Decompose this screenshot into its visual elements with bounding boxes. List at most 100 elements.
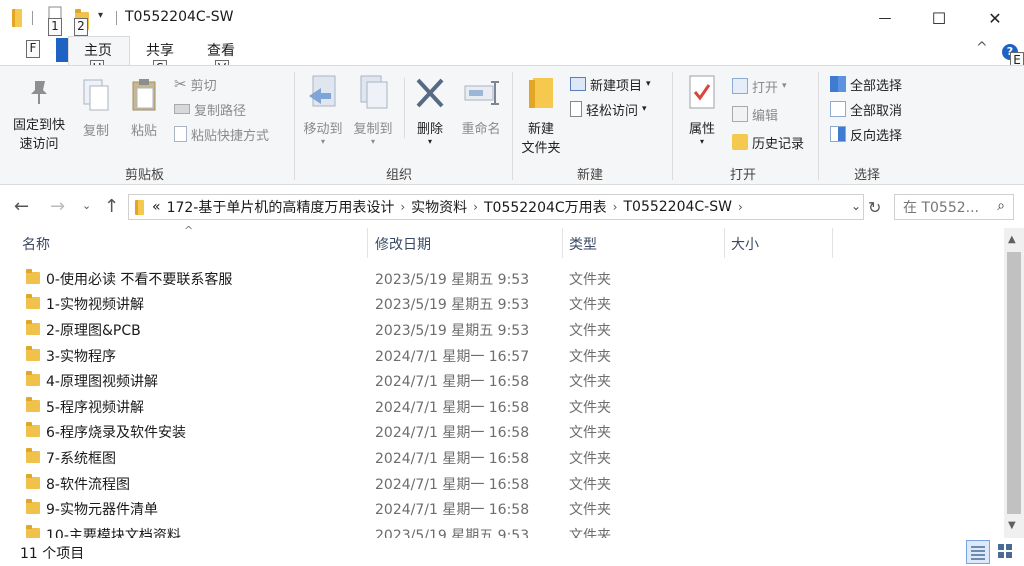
open-dropdown-icon: ▾ <box>782 81 787 91</box>
breadcrumb-overflow[interactable]: « <box>152 199 161 215</box>
scrollbar-thumb[interactable] <box>1007 252 1021 514</box>
select-all-button[interactable]: 全部选择 <box>830 74 902 94</box>
address-bar[interactable]: « 172-基于单片机的高精度万用表设计 › 实物资料 › T0552204C万… <box>128 194 864 220</box>
open-button[interactable]: 打开 ▾ <box>732 76 787 96</box>
details-view-button[interactable] <box>966 540 990 564</box>
delete-button[interactable]: 删除 ▾ <box>412 74 448 146</box>
invert-selection-icon <box>830 126 846 142</box>
column-header-size[interactable]: 大小 <box>731 234 759 254</box>
file-name: 7-系统框图 <box>46 451 116 467</box>
address-dropdown-chevron-icon[interactable]: ⌄ <box>851 199 861 213</box>
invert-selection-button[interactable]: 反向选择 <box>830 124 902 144</box>
move-to-label: 移动到 <box>303 122 343 137</box>
divider <box>818 72 819 180</box>
maximize-button[interactable]: ☐ <box>916 0 962 36</box>
breadcrumb-item[interactable]: T0552204C万用表 <box>484 197 607 217</box>
folder-icon <box>12 9 22 27</box>
breadcrumb-item[interactable]: 172-基于单片机的高精度万用表设计 <box>167 197 395 217</box>
collapse-ribbon-chevron-icon[interactable]: ^ <box>976 40 988 56</box>
column-header-modified[interactable]: 修改日期 <box>375 234 431 254</box>
file-name: 9-实物元器件清单 <box>46 502 158 518</box>
history-icon <box>732 134 748 150</box>
maximize-icon: ☐ <box>931 8 947 28</box>
list-item[interactable]: 5-程序视频讲解 2024/7/1 星期一 16:58 文件夹 <box>0 394 1004 419</box>
move-to-button[interactable]: 移动到 ▾ <box>300 74 346 146</box>
up-arrow-icon[interactable]: ↑ <box>104 196 119 217</box>
search-icon: ⌕ <box>997 198 1005 214</box>
copy-to-button[interactable]: 复制到 ▾ <box>350 74 396 146</box>
column-divider[interactable] <box>832 228 833 258</box>
list-item[interactable]: 8-软件流程图 2024/7/1 星期一 16:58 文件夹 <box>0 471 1004 496</box>
edit-button[interactable]: 编辑 <box>732 104 778 124</box>
pin-label-1: 固定到快 <box>12 118 65 133</box>
paste-button[interactable]: 粘贴 <box>126 78 162 139</box>
breadcrumb-item[interactable]: T0552204C-SW <box>623 199 731 215</box>
file-type: 文件夹 <box>569 297 611 313</box>
new-item-button[interactable]: 新建项目 ▾ <box>570 74 651 94</box>
list-item[interactable]: 10-主要模块文档资料 2023/5/19 星期五 9:53 文件夹 <box>0 522 1004 538</box>
list-item[interactable]: 4-原理图视频讲解 2024/7/1 星期一 16:58 文件夹 <box>0 368 1004 393</box>
list-item[interactable]: 2-原理图&PCB 2023/5/19 星期五 9:53 文件夹 <box>0 317 1004 342</box>
list-item[interactable]: 3-实物程序 2024/7/1 星期一 16:57 文件夹 <box>0 343 1004 368</box>
breadcrumb-chevron-icon[interactable]: › <box>473 200 478 214</box>
search-placeholder: 在 T0552... <box>903 200 979 216</box>
customize-toolbar-chevron-icon[interactable]: ▾ <box>98 10 103 28</box>
scroll-up-arrow-icon[interactable]: ▲ <box>1008 234 1016 245</box>
paste-shortcut-label: 粘贴快捷方式 <box>191 128 270 144</box>
paste-shortcut-button[interactable]: 粘贴快捷方式 <box>174 124 269 144</box>
column-divider[interactable] <box>724 228 725 258</box>
breadcrumb-item[interactable]: 实物资料 <box>411 197 467 217</box>
breadcrumb-chevron-icon[interactable]: › <box>738 200 743 214</box>
edit-icon <box>732 106 748 122</box>
list-item[interactable]: 6-程序烧录及软件安装 2024/7/1 星期一 16:58 文件夹 <box>0 419 1004 444</box>
title-bar: 1 2 ▾ T0552204C-SW — ☐ ✕ <box>0 0 1024 36</box>
select-all-label: 全部选择 <box>850 78 903 94</box>
folder-icon <box>135 199 144 215</box>
tab-home[interactable]: 主页 <box>84 40 112 60</box>
large-icons-view-button[interactable] <box>994 540 1018 564</box>
list-item[interactable]: 1-实物视频讲解 2023/5/19 星期五 9:53 文件夹 <box>0 291 1004 316</box>
column-header-type[interactable]: 类型 <box>569 234 597 254</box>
search-input[interactable]: 在 T0552... ⌕ <box>894 194 1014 220</box>
cut-button[interactable]: ✂ 剪切 <box>174 74 217 94</box>
column-divider[interactable] <box>562 228 563 258</box>
copy-label: 复制 <box>82 124 109 139</box>
open-label: 打开 <box>752 80 779 96</box>
breadcrumb-chevron-icon[interactable]: › <box>400 200 405 214</box>
file-type: 文件夹 <box>569 323 611 339</box>
divider <box>32 11 33 25</box>
close-button[interactable]: ✕ <box>972 0 1018 36</box>
list-item[interactable]: 7-系统框图 2024/7/1 星期一 16:58 文件夹 <box>0 445 1004 470</box>
ribbon: 固定到快 速访问 复制 粘贴 ✂ 剪切 复制路径 粘贴快捷方式 剪贴板 移动到 <box>0 65 1024 185</box>
select-none-button[interactable]: 全部取消 <box>830 99 902 119</box>
file-type: 文件夹 <box>569 451 611 467</box>
rename-button[interactable]: 重命名 <box>456 74 506 137</box>
column-divider[interactable] <box>367 228 368 258</box>
tab-file[interactable] <box>56 38 68 62</box>
forward-arrow-icon[interactable]: → <box>50 196 65 217</box>
vertical-scrollbar[interactable]: ▲ ▼ <box>1004 228 1024 538</box>
minimize-button[interactable]: — <box>862 0 908 36</box>
breadcrumb-chevron-icon[interactable]: › <box>613 200 618 214</box>
pin-to-quick-access-button[interactable]: 固定到快 速访问 <box>8 78 70 152</box>
copy-path-button[interactable]: 复制路径 <box>174 99 246 119</box>
scroll-down-arrow-icon[interactable]: ▼ <box>1008 520 1016 531</box>
properties-button[interactable]: 属性 ▾ <box>682 74 722 146</box>
tab-share[interactable]: 共享 <box>146 40 174 60</box>
list-item[interactable]: 9-实物元器件清单 2024/7/1 星期一 16:58 文件夹 <box>0 496 1004 521</box>
easy-access-button[interactable]: 轻松访问 ▾ <box>570 99 647 119</box>
refresh-icon[interactable]: ↻ <box>868 198 881 217</box>
copy-button[interactable]: 复制 <box>78 78 114 139</box>
scissors-icon: ✂ <box>174 75 187 93</box>
list-item[interactable]: 0-使用必读 不看不要联系客服 2023/5/19 星期五 9:53 文件夹 <box>0 266 1004 291</box>
pin-icon <box>31 81 47 104</box>
recent-locations-chevron-icon[interactable]: ⌄ <box>82 199 91 212</box>
folder-icon <box>26 269 40 284</box>
file-type: 文件夹 <box>569 374 611 390</box>
folder-icon <box>26 371 40 386</box>
back-arrow-icon[interactable]: ← <box>14 196 29 217</box>
history-button[interactable]: 历史记录 <box>732 132 804 152</box>
tab-view[interactable]: 查看 <box>207 40 235 60</box>
new-folder-button[interactable]: 新建 文件夹 <box>516 74 566 156</box>
column-header-name[interactable]: 名称 <box>22 234 50 254</box>
